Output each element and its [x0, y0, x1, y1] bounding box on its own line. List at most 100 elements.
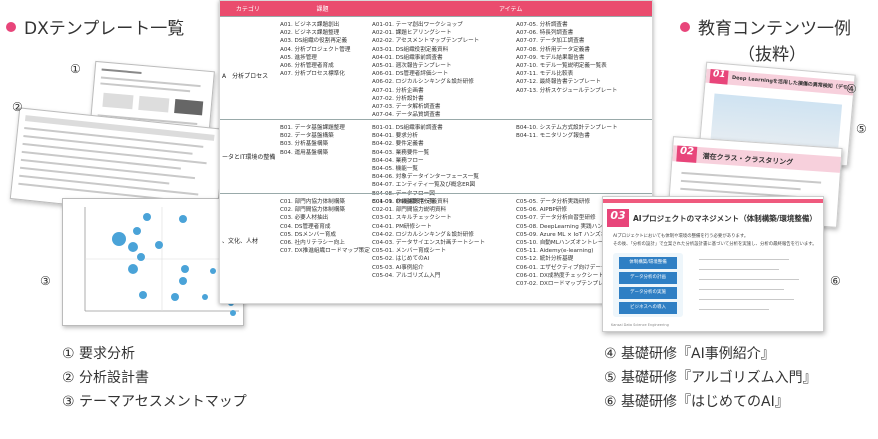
- thumb-label-5: ⑤: [856, 122, 867, 136]
- table-cell-line: A06. 分析管理者育成: [280, 63, 334, 70]
- table-cell-line: A07-07. データ加工調査書: [516, 38, 585, 45]
- table-cell-line: A07-06. 特長列調査書: [516, 30, 574, 37]
- table-cell-items1: A01-01. テーマ創出ワークショップ A02-01. 課題ヒアリングシート A0…: [372, 21, 479, 119]
- table-cell-line: C02-01. 部門間協力説明資料: [372, 207, 447, 214]
- list-item: ⑥ 基礎研修『はじめてのAI』: [604, 394, 789, 410]
- table-cell-line: B04-01. 要求分析: [372, 133, 419, 140]
- thumb-label-6: ⑥: [830, 274, 841, 288]
- table-cell-line: C05. DSメンバー育成: [280, 231, 337, 238]
- table-cell-line: C01-01. DS組織役割定義資料: [372, 199, 449, 205]
- assessment-scatter-svg: [84, 207, 239, 316]
- table-cell-tasks: B01. データ基盤課題整理 B02. データ基盤構築 B03. 分析基盤構築 B04…: [280, 124, 345, 157]
- table-cell-line: A05. 進捗管理: [280, 54, 317, 61]
- first-ai-slide: 03 AIプロジェクトのマネジメント（体制構築/環境整備） AIプロジェクトにお…: [602, 196, 824, 332]
- thumb-label-3: ③: [40, 274, 51, 288]
- table-cell-category: ータとIT環境の整備: [222, 154, 276, 161]
- process-box-3: データ分析の実施: [619, 287, 677, 299]
- table-cell-line: C06. 社内リテラシー向上: [280, 240, 345, 247]
- right-heading-text: 教育コンテンツ一例: [698, 19, 851, 39]
- table-cell-line: B04-05. 機能一覧: [372, 166, 419, 173]
- table-header: カテゴリ 課題 アイテム: [220, 1, 652, 16]
- table-cell-line: A07-10. モデル一覧説明定義一覧表: [516, 63, 607, 70]
- table-cell-line: B04-06. 対象データインターフェース一覧: [372, 174, 479, 181]
- table-cell-line: A05-01. 週次報告テンプレート: [372, 63, 452, 70]
- table-cell-line: B03. 分析基盤構築: [280, 141, 329, 148]
- list-item: ② 分析設計書: [62, 370, 150, 386]
- slide-body-line1: AIプロジェクトにおいても体制や環境の整備を行う必要があります。: [613, 234, 749, 239]
- table-cell-line: B04. 運用基盤構築: [280, 149, 329, 156]
- list-item: ③ テーマアセスメントマップ: [62, 394, 247, 410]
- table-cell-line: C05-02. はじめてのAI: [372, 256, 430, 263]
- left-heading: DXテンプレート一覧: [6, 14, 184, 39]
- table-cell-line: C07. DX推進組織ロードマップ策定: [280, 248, 370, 255]
- table-cell-line: C03. 必要人材抽出: [280, 215, 329, 222]
- table-cell-line: A07-12. 最終報告書テンプレート: [516, 79, 602, 86]
- table-header-item: アイテム: [498, 6, 523, 13]
- table-cell-line: C05-03. AI事例紹介: [372, 264, 424, 271]
- slide-body-line2: その後、「分析の設計」で立案された分析設計書に基づいて分析を実施し、分析の最終報…: [613, 242, 817, 247]
- table-cell-line: A03-01. DS組織役割定義資料: [372, 46, 449, 53]
- table-cell-line: A02-01. 課題ヒアリングシート: [372, 30, 452, 37]
- right-heading: 教育コンテンツ一例: [680, 14, 851, 39]
- table-cell-line: A01-01. テーマ創出ワークショップ: [372, 22, 463, 28]
- table-row: A 分析プロセス A01. ビジネス課題創出 A02. ビジネス課題整理 A03. D…: [220, 16, 652, 119]
- table-cell-line: A06-02. ロジカルシンキング＆設計研修: [372, 79, 474, 86]
- right-heading-subtitle: （抜粋）: [738, 45, 806, 65]
- table-cell-line: B04-11. モニタリング報告書: [516, 133, 590, 140]
- slide-title: AIプロジェクトのマネジメント（体制構築/環境整備）: [633, 214, 817, 223]
- table-cell-line: A07-03. データ解析調査書: [372, 104, 441, 111]
- right-content-list: ④ 基礎研修『AI事例紹介』 ⑤ 基礎研修『アルゴリズム入門』 ⑥ 基礎研修『は…: [604, 342, 817, 414]
- table-header-category: カテゴリ: [235, 6, 260, 13]
- table-cell-line: A07. 分析プロセス標準化: [280, 71, 345, 78]
- table-cell-line: C02. 部門間協力体制構築: [280, 207, 345, 214]
- list-item: ⑤ 基礎研修『アルゴリズム入門』: [604, 370, 817, 386]
- table-cell-line: A02-02. アセスメントマップテンプレート: [372, 38, 480, 45]
- thumb-label-4: ④: [846, 82, 857, 96]
- table-cell-category: A 分析プロセス: [222, 73, 269, 80]
- table-cell-line: B04-02. 要件定義書: [372, 141, 424, 148]
- table-cell-line: A07-11. モデル比較表: [516, 71, 574, 78]
- thumb-label-2: ②: [12, 100, 23, 114]
- table-cell-items2: B04-10. システム方式設計テンプレート B04-11. モニタリング報告書: [516, 124, 618, 140]
- table-cell-line: B04-04. 業務フロー: [372, 157, 424, 164]
- table-cell-line: C05-01. メンバー育成シート: [372, 248, 447, 255]
- table-cell-line: B01-01. DS組織事前調査書: [372, 125, 443, 131]
- slide-footer: Kansai Data Science Engineering: [611, 323, 669, 327]
- process-box-2: データ分析の計画: [619, 272, 677, 284]
- table-cell-line: A02. ビジネス課題整理: [280, 30, 340, 37]
- slide-number: 01: [709, 69, 729, 85]
- left-heading-text: DXテンプレート一覧: [24, 19, 185, 39]
- process-box-1: 体制構築/環境整備: [619, 257, 677, 269]
- table-cell-line: C04. DS管理者育成: [280, 223, 331, 230]
- table-cell-line: A07-09. モデル結果報告書: [516, 54, 585, 61]
- table-cell-line: B04-07. エンティティ一覧及び概念ER図: [372, 182, 476, 189]
- list-item: ④ 基礎研修『AI事例紹介』: [604, 346, 775, 362]
- table-cell-category: 、文化、人材: [222, 238, 259, 245]
- table-cell-line: C05-04. アルゴリズム入門: [372, 272, 441, 279]
- table-cell-line: C04-02. ロジカルシンキング＆設計研修: [372, 231, 474, 238]
- table-cell-line: A07-08. 分析用データ定義書: [516, 46, 590, 53]
- table-cell-items1: C01-01. DS組織役割定義資料 C02-01. 部門間協力説明資料 C03-0…: [372, 198, 485, 280]
- table-cell-line: A01. ビジネス課題創出: [280, 22, 340, 28]
- table-cell-line: A04-01. DS組織事前調査書: [372, 54, 443, 61]
- process-panel: 体制構築/環境整備 データ分析の計画 データ分析の実施 ビジネスへの導入: [613, 253, 683, 317]
- bullet-dot: [6, 21, 16, 32]
- slide-number: 03: [607, 209, 629, 227]
- table-cell-line: A07-02. 分析設計書: [372, 95, 424, 102]
- table-cell-line: B04-03. 業務要件一覧: [372, 149, 430, 156]
- theme-assessment-map-thumbnail: [62, 198, 244, 326]
- table-cell-line: A04. 分析プロジェクト管理: [280, 46, 351, 53]
- table-cell-tasks: C01. 部門内協力体制構築 C02. 部門間協力体制構築 C03. 必要人材抽出 C…: [280, 198, 370, 255]
- table-cell-line: B01. データ基盤課題整理: [280, 125, 345, 131]
- table-cell-line: C04-03. データサイエンス計画チートシート: [372, 240, 486, 247]
- table-header-task: 課題: [316, 6, 329, 13]
- table-cell-line: A06-01. DS管理者評価シート: [372, 71, 449, 78]
- table-cell-line: A07-05. 分析調査書: [516, 22, 568, 28]
- table-cell-line: A03. DS組織の役割再定義: [280, 38, 348, 45]
- table-cell-tasks: A01. ビジネス課題創出 A02. ビジネス課題整理 A03. DS組織の役割再定…: [280, 21, 350, 78]
- slide-number: 02: [676, 145, 698, 163]
- table-cell-line: C04-01. PM研修シート: [372, 223, 432, 230]
- table-cell-line: B04-10. システム方式設計テンプレート: [516, 125, 618, 131]
- table-row: ータとIT環境の整備 B01. データ基盤課題整理 B02. データ基盤構築 B03.…: [220, 119, 652, 205]
- table-cell-line: B02. データ基盤構築: [280, 133, 334, 140]
